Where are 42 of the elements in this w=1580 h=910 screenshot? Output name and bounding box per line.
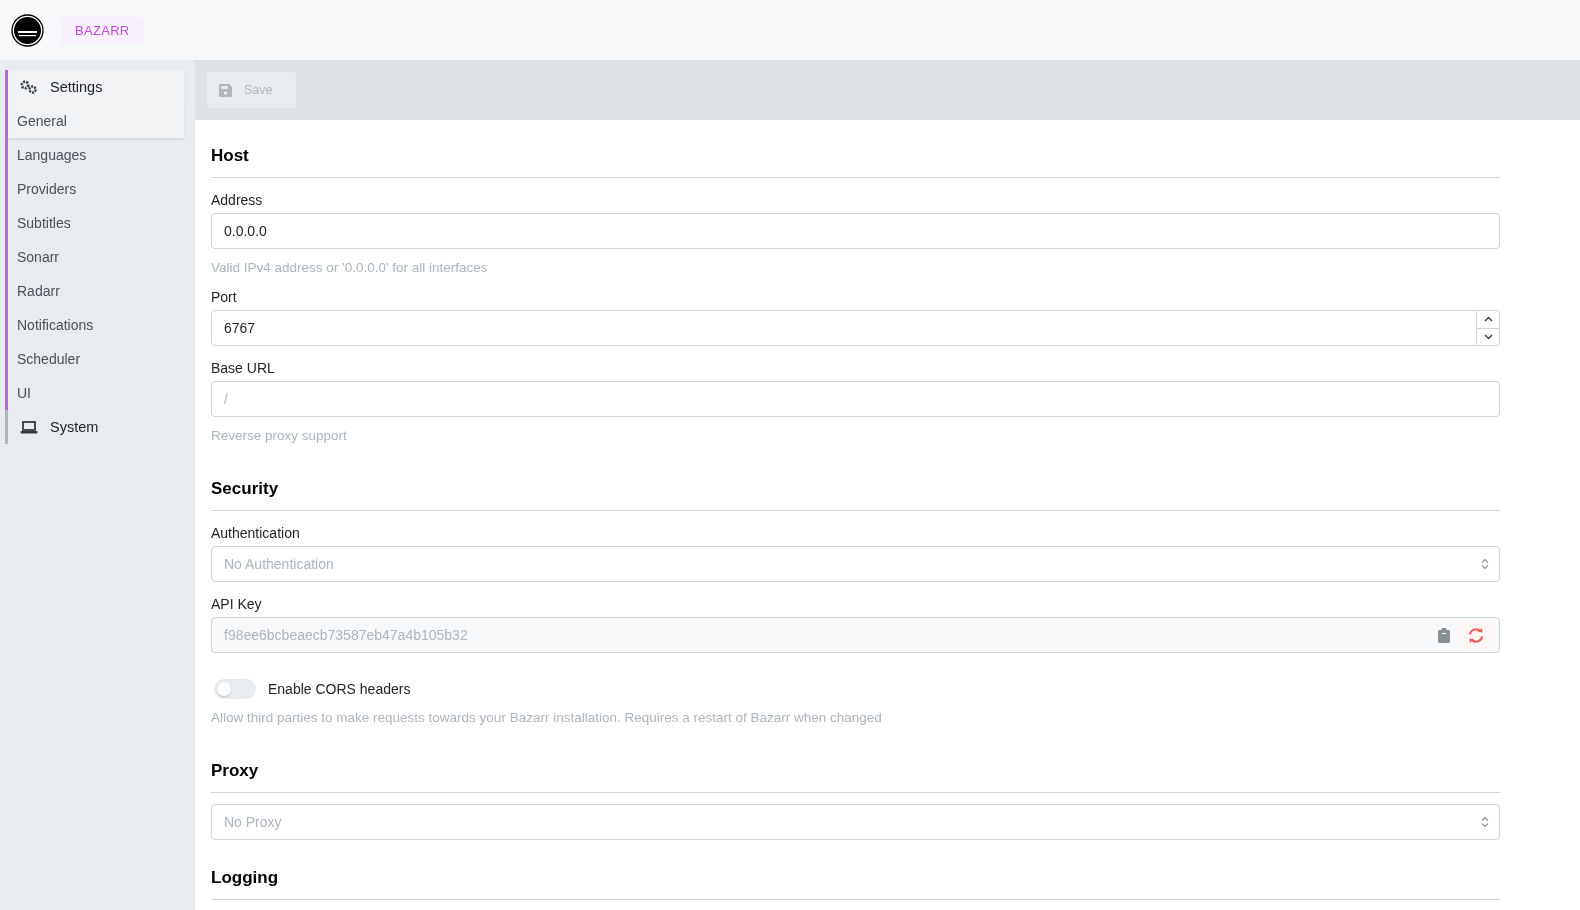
nav-item[interactable]: Scheduler bbox=[8, 342, 184, 376]
clipboard-icon bbox=[1438, 627, 1450, 643]
nav-item[interactable]: Sonarr bbox=[8, 240, 184, 274]
section-title: Security bbox=[211, 479, 1500, 511]
section-title: Proxy bbox=[211, 761, 1500, 793]
nav-item[interactable]: Providers bbox=[8, 172, 184, 206]
nav-item[interactable]: Languages bbox=[8, 138, 184, 172]
number-field[interactable]: 6767 bbox=[211, 310, 1477, 346]
field-label: Base URL bbox=[211, 360, 276, 376]
field-description: Allow third parties to make requests towards your Bazarr installation. Requires a restart of Bazarr when changed bbox=[211, 710, 883, 725]
nav-group[interactable]: Settings bbox=[8, 70, 184, 104]
app-name-badge: BAZARR bbox=[61, 16, 144, 44]
section-title: Host bbox=[211, 146, 1500, 178]
text-field[interactable]: / bbox=[211, 381, 1500, 417]
updown-icon bbox=[1481, 816, 1489, 828]
field-description: Valid IPv4 address or '0.0.0.0' for all interfaces bbox=[211, 260, 489, 275]
refresh-icon bbox=[1468, 627, 1484, 643]
field-label: Authentication bbox=[211, 525, 301, 541]
field-label: Port bbox=[211, 289, 238, 305]
select-field[interactable]: No Proxy bbox=[211, 804, 1500, 840]
select-field[interactable]: No Authentication bbox=[211, 546, 1500, 582]
text-field[interactable]: 0.0.0.0 bbox=[211, 213, 1500, 249]
nav-item[interactable]: Radarr bbox=[8, 274, 184, 308]
nav-item[interactable]: General bbox=[8, 104, 184, 138]
toggle-switch[interactable] bbox=[214, 679, 256, 699]
updown-icon bbox=[1481, 558, 1489, 570]
section-title: Logging bbox=[211, 868, 1500, 900]
switch-label: Enable CORS headers bbox=[268, 681, 411, 697]
refresh-button[interactable] bbox=[1462, 621, 1490, 649]
gears-icon bbox=[20, 80, 38, 94]
nav-item[interactable]: Subtitles bbox=[8, 206, 184, 240]
laptop-icon bbox=[20, 420, 38, 434]
field-description: Reverse proxy support bbox=[211, 428, 348, 443]
chevron-down-icon bbox=[1483, 333, 1493, 340]
nav-item[interactable]: Notifications bbox=[8, 308, 184, 342]
field-label: Address bbox=[211, 192, 264, 208]
floppy-icon bbox=[219, 83, 232, 97]
nav-group[interactable]: System bbox=[8, 410, 184, 444]
chevron-up-icon bbox=[1483, 316, 1493, 323]
logo-icon bbox=[11, 13, 44, 47]
nav-item[interactable]: UI bbox=[8, 376, 184, 410]
field-label: API Key bbox=[211, 596, 263, 612]
